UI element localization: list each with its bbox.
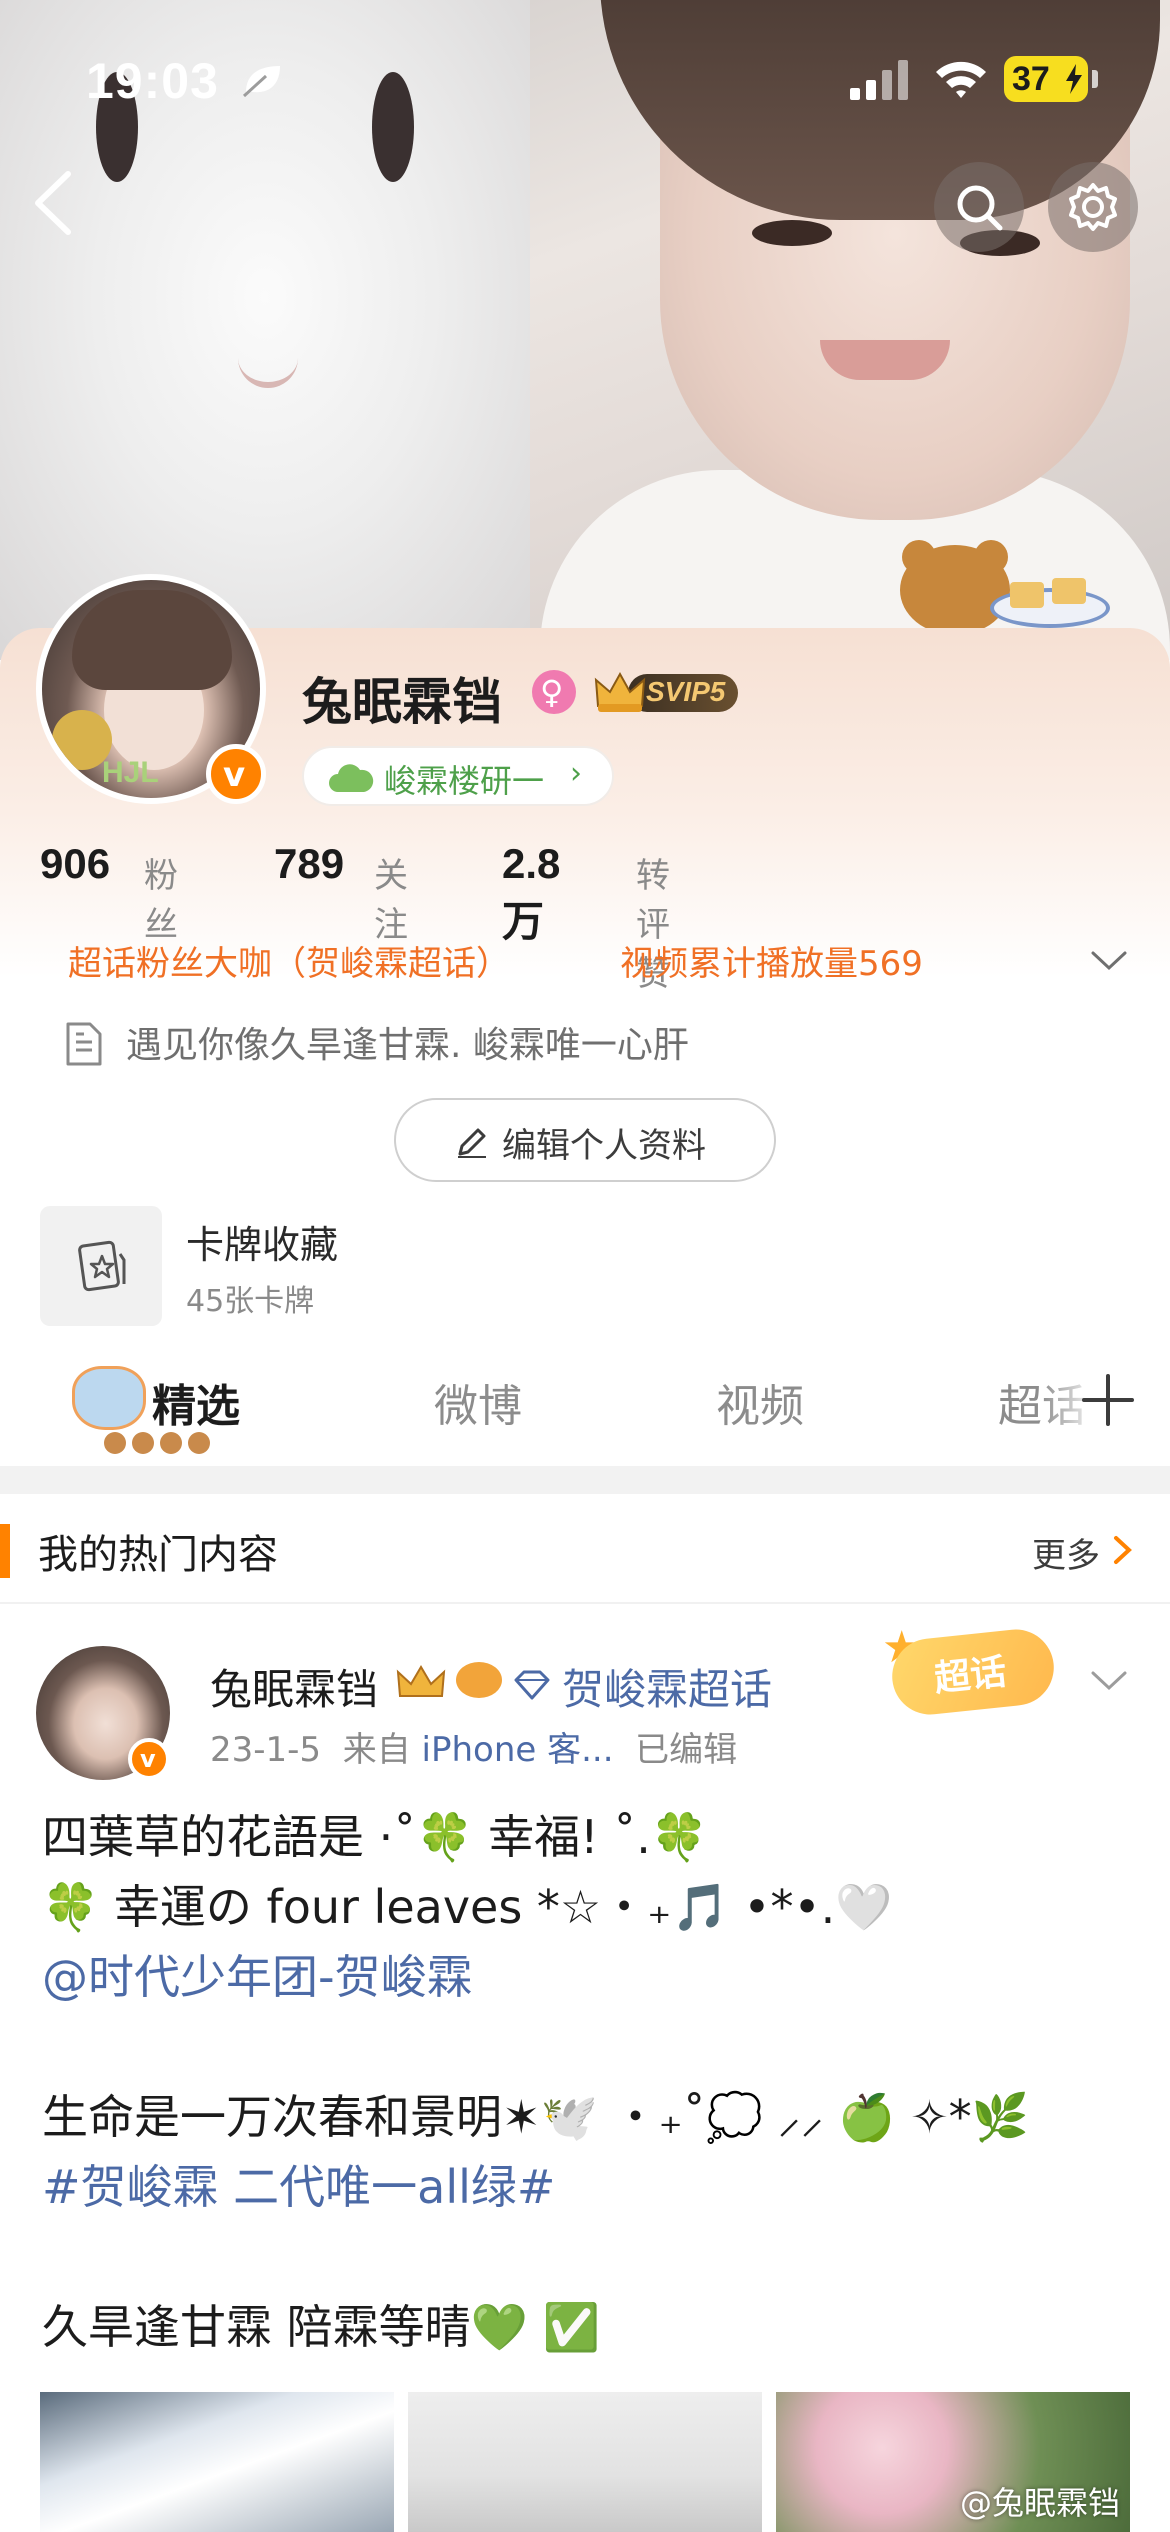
post-author-name[interactable]: 兔眠霖铛 <box>210 1656 378 1717</box>
diamond-icon <box>514 1670 550 1700</box>
following-label[interactable]: 关注 <box>374 848 408 946</box>
battery-icon: 37 <box>1004 56 1088 102</box>
followers-label[interactable]: 粉丝 <box>144 848 178 946</box>
post-edited: 已编辑 <box>635 1730 738 1770</box>
card-collection-thumb <box>40 1206 162 1326</box>
plus-icon[interactable] <box>1080 1372 1136 1428</box>
post-date: 23-1-5 <box>210 1730 322 1770</box>
crown-icon <box>594 671 646 712</box>
post-line: 久旱逢甘霖 陪霖等晴💚 ✅ <box>42 2300 600 2354</box>
search-icon <box>957 185 1003 231</box>
post-image[interactable] <box>408 2392 762 2532</box>
banner-lips <box>820 340 950 380</box>
card-collection-count: 45张卡牌 <box>186 1284 315 1319</box>
post-line <box>42 2222 1132 2292</box>
cracker-sticker <box>1010 582 1044 608</box>
crown-icon <box>396 1665 446 1697</box>
post-line: 四葉草的花語是 ·˚🍀 幸福! ˚.🍀 <box>42 1810 709 1864</box>
tab-weibo[interactable]: 微博 <box>434 1370 522 1434</box>
svip-badge[interactable]: SVIP5 <box>594 664 740 718</box>
card-star-icon <box>78 1240 126 1292</box>
chevron-down-icon[interactable] <box>1090 950 1128 972</box>
post-text: 四葉草的花語是 ·˚🍀 幸福! ˚.🍀 🍀 幸運の four leaves *☆… <box>42 1802 1132 2362</box>
mouse-mascot-icon <box>72 1366 146 1430</box>
section-accent-bar <box>0 1524 10 1578</box>
gender-female-icon: ♀ <box>532 670 576 714</box>
super-topic-sticker-label: 超话 <box>932 1651 1009 1700</box>
hot-content-title: 我的热门内容 <box>38 1532 278 1578</box>
card-collection-title: 卡牌收藏 <box>186 1223 339 1267</box>
video-plays-tag[interactable]: 视频累计播放量569 <box>620 936 923 985</box>
charging-bolt-icon <box>1066 64 1082 94</box>
profile-tabs: 精选 微博 视频 超话 <box>0 1340 1170 1466</box>
back-arrow-icon[interactable] <box>26 168 82 238</box>
signal-icon <box>850 60 908 100</box>
verified-badge-icon: v <box>206 744 266 804</box>
post-super-topic[interactable]: 贺峻霖超话 <box>562 1656 772 1717</box>
chevron-right-icon: › <box>570 756 582 791</box>
bio-text: 遇见你像久旱逢甘霖. 峻霖唯一心肝 <box>126 1025 689 1066</box>
post-line: 生命是一万次春和景明✶🕊️ ・₊˚💭 ⸝⸝ 🍏 ✧*🌿 <box>42 2090 1029 2144</box>
post-from: 来自 <box>342 1730 411 1770</box>
profile-tags: 超话粉丝大咖（贺峻霖超话） 视频累计播放量569 <box>0 936 1170 988</box>
focus-leaf-icon <box>242 66 280 98</box>
more-link[interactable]: 更多 <box>1032 1528 1100 1577</box>
battery-tip <box>1092 70 1098 88</box>
battery-level: 37 <box>1012 60 1050 98</box>
cookie-plate-sticker <box>990 588 1110 628</box>
post-line <box>42 2012 1132 2082</box>
fan-group-label: 峻霖楼研一 <box>384 762 545 800</box>
post-line: 🍀 幸運の four leaves *☆・₊🎵 •*•.🤍 <box>42 1880 893 1934</box>
wifi-icon <box>936 61 986 98</box>
svip-label: SVIP5 <box>646 676 726 707</box>
avatar-text: HJL <box>102 756 159 789</box>
card-collection[interactable]: 卡牌收藏 45张卡牌 <box>40 1206 640 1326</box>
tab-video[interactable]: 视频 <box>716 1370 804 1434</box>
interactions-count[interactable]: 2.8万 <box>502 840 560 949</box>
post-card[interactable]: v 兔眠霖铛 贺峻霖超话 23-1-5 来自 iPhone 客... 已编辑 ★… <box>0 1604 1170 2532</box>
cloud-icon <box>329 764 374 792</box>
post-meta: 23-1-5 来自 iPhone 客... 已编辑 <box>210 1722 737 1771</box>
status-time: 19:03 <box>86 53 219 109</box>
bear-sticker <box>900 545 1010 635</box>
super-topic-fan-tag[interactable]: 超话粉丝大咖（贺峻霖超话） <box>68 936 510 985</box>
edit-profile-label: 编辑个人资料 <box>502 1126 706 1166</box>
chevron-down-icon[interactable] <box>1090 1670 1128 1692</box>
avatar-hair <box>72 590 232 690</box>
settings-button[interactable] <box>1048 162 1138 252</box>
document-icon <box>66 1022 102 1066</box>
gear-icon <box>1069 183 1117 231</box>
section-divider <box>0 1466 1170 1494</box>
hot-content-header: 我的热门内容 更多 <box>0 1494 1170 1604</box>
pencil-icon <box>458 1128 486 1158</box>
banner-eye <box>752 220 832 246</box>
status-bar: 19:03 37 <box>0 40 1170 120</box>
following-count[interactable]: 789 <box>274 840 344 888</box>
cracker-sticker <box>1052 578 1086 604</box>
edit-profile-button[interactable]: 编辑个人资料 <box>394 1098 776 1182</box>
watermark: @兔眠霖铛 <box>960 2484 1121 2522</box>
fan-group-button[interactable]: 峻霖楼研一 › <box>302 746 614 806</box>
search-button[interactable] <box>934 162 1024 252</box>
rabbit-nose <box>238 318 298 388</box>
post-hashtag-link[interactable]: #贺峻霖 二代唯一all绿# <box>42 2152 1132 2222</box>
profile-username: 兔眠霖铛 <box>302 673 502 731</box>
post-image[interactable] <box>40 2392 394 2532</box>
verified-badge-icon: v <box>128 1738 170 1780</box>
fish-badge-icon <box>456 1662 502 1698</box>
post-source[interactable]: iPhone 客... <box>422 1730 614 1770</box>
tab-featured[interactable]: 精选 <box>152 1370 240 1434</box>
post-mention-link[interactable]: @时代少年团-贺峻霖 <box>42 1942 1132 2012</box>
chevron-right-icon[interactable] <box>1112 1534 1134 1566</box>
followers-count[interactable]: 906 <box>40 840 110 888</box>
